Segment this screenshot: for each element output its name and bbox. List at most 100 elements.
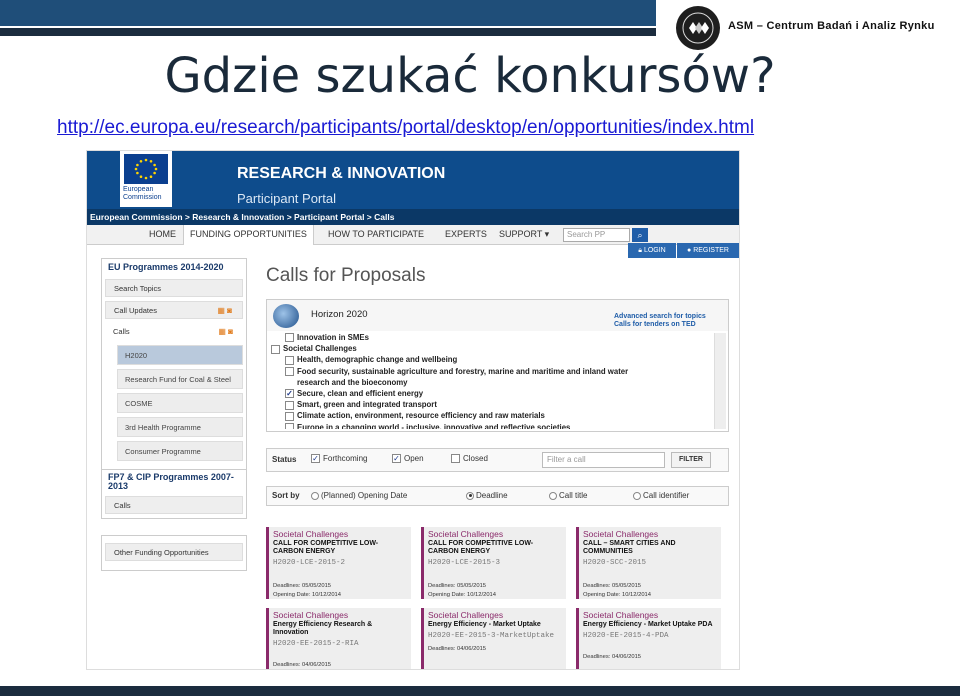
checkbox[interactable] <box>285 355 294 365</box>
tree-item[interactable]: Smart, green and integrated transport <box>271 400 714 411</box>
nav-experts[interactable]: EXPERTS <box>445 229 487 239</box>
tree-item[interactable]: Climate action, environment, resource ef… <box>271 411 714 422</box>
call-card[interactable]: Societal Challenges CALL FOR COMPETITIVE… <box>266 527 411 599</box>
call-card[interactable]: Societal Challenges Energy Efficiency - … <box>421 608 566 669</box>
tree-item-label: Europe in a changing world - inclusive, … <box>297 422 571 430</box>
bottom-bar <box>0 686 960 696</box>
sidebar-item-health[interactable]: 3rd Health Programme <box>117 417 243 437</box>
checkbox[interactable] <box>285 422 294 429</box>
breadcrumb[interactable]: European Commission > Research & Innovat… <box>87 209 739 225</box>
card-category: Societal Challenges <box>583 529 659 539</box>
checkbox[interactable] <box>451 454 460 464</box>
checkbox[interactable] <box>285 411 294 421</box>
sort-opening-date[interactable]: (Planned) Opening Date <box>311 491 407 500</box>
portal-url-link[interactable]: http://ec.europa.eu/research/participant… <box>57 117 754 139</box>
sort-deadline[interactable]: Deadline <box>466 491 508 500</box>
eu-logo: European Commission <box>120 151 172 207</box>
login-label: LOGIN <box>643 247 666 254</box>
status-forthcoming[interactable]: ✓ Forthcoming <box>311 454 367 464</box>
tree-item[interactable]: Health, demographic change and wellbeing <box>271 355 714 366</box>
call-card[interactable]: Societal Challenges Energy Efficiency Re… <box>266 608 411 669</box>
sort-option-label: (Planned) Opening Date <box>321 491 408 500</box>
portal-header: European Commission RESEARCH & INNOVATIO… <box>87 151 739 213</box>
tree-item[interactable]: Europe in a changing world - inclusive, … <box>271 422 714 430</box>
card-category: Societal Challenges <box>583 610 659 620</box>
checkbox[interactable] <box>271 344 280 354</box>
radio[interactable] <box>549 491 557 500</box>
sidebar-item-rfcs[interactable]: Research Fund for Coal & Steel <box>117 369 243 389</box>
tree-item-label: Innovation in SMEs <box>297 333 369 342</box>
checkbox[interactable] <box>285 333 294 343</box>
sort-call-identifier[interactable]: Call identifier <box>633 491 689 500</box>
main-nav: HOME FUNDING OPPORTUNITIES HOW TO PARTIC… <box>87 225 739 245</box>
radio[interactable] <box>466 491 474 500</box>
sidebar-item-search-topics[interactable]: Search Topics <box>105 279 243 297</box>
call-card[interactable]: Societal Challenges Energy Efficiency - … <box>576 608 721 669</box>
tree-item[interactable]: ✓ Secure, clean and efficient energy <box>271 389 714 400</box>
tree-item[interactable]: Innovation in SMEs <box>271 333 714 344</box>
sort-call-title[interactable]: Call title <box>549 491 587 500</box>
status-closed[interactable]: Closed <box>451 454 488 464</box>
card-code: H2020-EE-2015-4-PDA <box>583 632 669 640</box>
search-input[interactable]: Search PP <box>563 228 630 242</box>
search-button[interactable]: ⌕ <box>632 228 648 242</box>
sidebar-item-h2020[interactable]: H2020 <box>117 345 243 365</box>
sidebar-item-cosme[interactable]: COSME <box>117 393 243 413</box>
card-category: Societal Challenges <box>428 529 504 539</box>
checkbox[interactable]: ✓ <box>311 454 320 464</box>
filter-button[interactable]: FILTER <box>671 452 711 468</box>
sidebar-item-calls[interactable]: Calls ▦ ◙ <box>105 323 243 341</box>
nav-support[interactable]: SUPPORT ▾ <box>499 229 549 240</box>
checkbox[interactable]: ✓ <box>285 389 294 399</box>
status-open[interactable]: ✓ Open <box>392 454 424 464</box>
nav-how-to-participate[interactable]: HOW TO PARTICIPATE <box>328 229 424 239</box>
sort-option-label: Call identifier <box>643 491 690 500</box>
sidebar-section-title: EU Programmes 2014-2020 <box>108 262 224 272</box>
card-code: H2020-EE-2015-2-RIA <box>273 640 359 648</box>
sidebar-fp7-cip: FP7 & CIP Programmes 2007-2013 Calls <box>101 469 247 519</box>
card-code: H2020-LCE-2015-2 <box>273 559 346 567</box>
programme-header: Horizon 2020 Advanced search for topics … <box>267 300 728 331</box>
card-category: Societal Challenges <box>273 529 349 539</box>
login-button[interactable]: 🔒︎ LOGIN <box>628 243 676 258</box>
rss-icon[interactable]: ▦ ◙ <box>217 306 232 315</box>
user-icon: ● <box>687 247 692 254</box>
card-deadline: Deadlines: 05/05/2015 <box>583 582 642 589</box>
tree-scrollbar[interactable] <box>714 333 726 429</box>
tree-item-label: Food security, sustainable agriculture a… <box>297 366 629 376</box>
lock-icon: 🔒︎ <box>638 247 642 254</box>
checkbox[interactable] <box>285 367 294 376</box>
tenders-link[interactable]: Calls for tenders on TED <box>614 321 706 329</box>
checkbox[interactable] <box>285 400 294 410</box>
register-button[interactable]: ● REGISTER <box>677 243 739 258</box>
programme-name: Horizon 2020 <box>311 309 368 320</box>
radio[interactable] <box>311 491 319 500</box>
filter-call-input[interactable]: Filter a call <box>542 452 665 468</box>
sort-bar: Sort by (Planned) Opening Date Deadline … <box>266 486 729 506</box>
nav-home[interactable]: HOME <box>149 229 176 239</box>
sort-label: Sort by <box>272 491 300 500</box>
card-deadline: Deadlines: 04/06/2015 <box>428 645 487 652</box>
nav-funding-opportunities[interactable]: FUNDING OPPORTUNITIES <box>183 225 314 245</box>
brand-name: ASM – Centrum Badań i Analiz Rynku <box>728 20 935 32</box>
card-title: Energy Efficiency - Market Uptake <box>428 621 541 628</box>
top-bar <box>0 0 656 36</box>
checkbox[interactable]: ✓ <box>392 454 401 464</box>
call-card[interactable]: Societal Challenges CALL – SMART CITIES … <box>576 527 721 599</box>
rss-icon[interactable]: ▦ ◙ <box>218 327 233 336</box>
eu-logo-text: European Commission <box>123 186 162 201</box>
radio[interactable] <box>633 491 641 500</box>
horizon-2020-icon <box>273 304 299 328</box>
sidebar-item-fp7-calls[interactable]: Calls <box>105 496 243 514</box>
sidebar-item-label: Call Updates <box>114 306 157 315</box>
tree-item[interactable]: Food security, sustainable agriculture a… <box>271 367 714 378</box>
advanced-search-link[interactable]: Advanced search for topics <box>614 313 706 321</box>
tree-item-label: Secure, clean and efficient energy <box>297 388 424 398</box>
call-card[interactable]: Societal Challenges CALL FOR COMPETITIVE… <box>421 527 566 599</box>
tree-item[interactable]: research and the bioeconomy <box>271 378 714 389</box>
sidebar-item-other-funding[interactable]: Other Funding Opportunities <box>105 543 243 561</box>
tree-item[interactable]: Societal Challenges <box>271 344 714 355</box>
sidebar-item-call-updates[interactable]: Call Updates ▦ ◙ <box>105 301 243 319</box>
sidebar-section-title: FP7 & CIP Programmes 2007-2013 <box>108 472 234 491</box>
sidebar-item-consumer[interactable]: Consumer Programme <box>117 441 243 461</box>
